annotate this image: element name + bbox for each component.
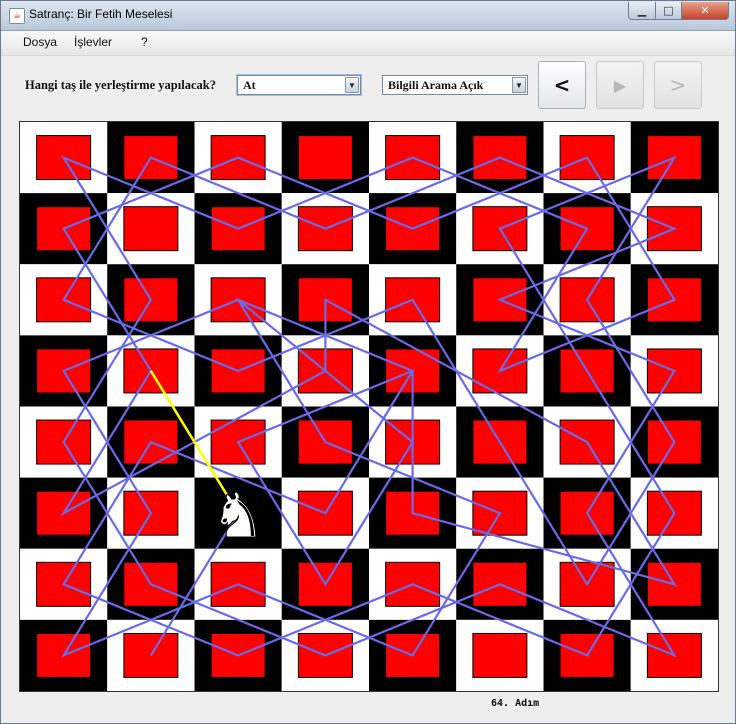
chevron-down-icon[interactable]: ▼: [345, 77, 359, 93]
play-button[interactable]: ▶: [596, 61, 644, 109]
menu-help[interactable]: ?: [141, 35, 148, 49]
next-button[interactable]: >: [654, 61, 702, 109]
play-icon: ▶: [613, 75, 627, 95]
maximize-icon: □: [663, 4, 674, 17]
next-arrow-icon: >: [669, 73, 687, 97]
visited-square-marker: [297, 135, 353, 181]
minimize-button[interactable]: ▁: [628, 2, 656, 20]
visited-square-marker: [123, 206, 179, 252]
chevron-down-icon[interactable]: ▼: [512, 77, 526, 93]
menu-dosya[interactable]: Dosya: [23, 35, 57, 49]
window-title: Satranç: Bir Fetih Meselesi: [29, 7, 173, 21]
maximize-button[interactable]: □: [655, 2, 682, 20]
search-mode-value: Bilgili Arama Açık: [388, 78, 484, 92]
piece-select-label: Hangi taş ile yerleştirme yapılacak?: [25, 78, 216, 92]
java-cup-icon: ☕: [9, 8, 25, 24]
toolbar: Hangi taş ile yerleştirme yapılacak? At …: [1, 56, 735, 116]
close-button[interactable]: ✕: [681, 2, 729, 20]
minimize-icon: ▁: [637, 4, 647, 17]
menu-islevler[interactable]: İşlevler: [74, 35, 112, 49]
visited-square-marker: [123, 632, 179, 678]
app-window: ☕ Satranç: Bir Fetih Meselesi ▁ □ ✕ Dosy…: [0, 0, 736, 724]
visited-square-marker: [472, 632, 528, 678]
back-button[interactable]: <: [538, 61, 586, 109]
step-counter: 64. Adım: [491, 698, 540, 709]
search-mode-select[interactable]: Bilgili Arama Açık ▼: [382, 75, 528, 95]
piece-select-value: At: [243, 78, 256, 92]
chess-board[interactable]: ♞: [19, 121, 719, 692]
knight-piece-icon[interactable]: ♞: [210, 479, 267, 553]
back-arrow-icon: <: [553, 73, 571, 97]
menu-bar: Dosya İşlevler ?: [1, 31, 735, 56]
close-icon: ✕: [700, 4, 710, 17]
title-bar[interactable]: ☕ Satranç: Bir Fetih Meselesi ▁ □ ✕: [1, 1, 735, 31]
piece-select[interactable]: At ▼: [237, 75, 361, 95]
